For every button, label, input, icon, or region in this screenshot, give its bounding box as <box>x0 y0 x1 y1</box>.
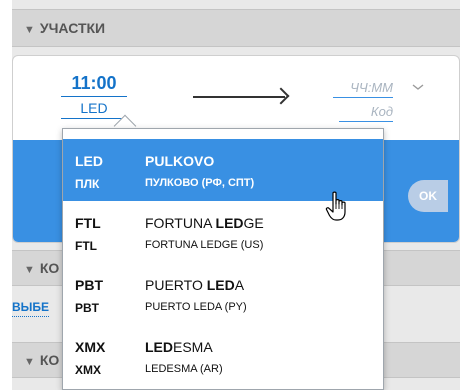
route-arrow-icon <box>193 96 285 98</box>
suggestion-subtitle: LEDESMA (AR) <box>145 363 223 375</box>
chevron-down-icon[interactable] <box>411 76 425 96</box>
departure-time-field[interactable]: 11:00 <box>61 73 127 97</box>
departure-code-field[interactable]: LED <box>61 97 127 119</box>
collapse-triangle-icon: ▼ <box>24 264 35 276</box>
suggestion-item[interactable]: XMX XMX LEDESMA LEDESMA (AR) <box>63 325 383 387</box>
suggestion-local-code: PBT <box>75 301 99 315</box>
suggestion-name: PULKOVO <box>145 153 215 169</box>
arrival-code-input[interactable] <box>339 102 393 122</box>
departure-block: 11:00 LED <box>61 73 127 119</box>
select-link[interactable]: ВЫБЕ <box>12 300 50 317</box>
suggestion-subtitle: FORTUNA LEDGE (US) <box>145 239 264 251</box>
ok-button[interactable]: OK <box>408 180 448 212</box>
section-title: УЧАСТКИ <box>39 20 106 36</box>
airport-suggestions-dropdown: LED ПЛК PULKOVO ПУЛКОВО (РФ, СПТ) FTL FT… <box>62 128 384 390</box>
suggestion-local-code: XMX <box>75 363 102 377</box>
suggestion-code: XMX <box>75 339 106 355</box>
suggestion-code: LED <box>75 153 103 169</box>
segments-section-header[interactable]: ▼ УЧАСТКИ <box>12 9 460 47</box>
suggestion-name: FORTUNA LEDGE <box>145 215 264 231</box>
collapse-triangle-icon: ▼ <box>24 24 35 36</box>
collapse-triangle-icon: ▼ <box>24 356 35 368</box>
suggestion-subtitle: ПУЛКОВО (РФ, СПТ) <box>145 177 255 189</box>
suggestion-local-code: FTL <box>75 239 97 253</box>
suggestion-name: LEDESMA <box>145 339 213 355</box>
suggestion-item[interactable]: FTL FTL FORTUNA LEDGE FORTUNA LEDGE (US) <box>63 201 383 263</box>
section-title: КО <box>39 260 60 276</box>
suggestion-name: PUERTO LEDA <box>145 277 245 293</box>
arrival-time-input[interactable] <box>333 78 393 98</box>
suggestion-subtitle: PUERTO LEDA (PY) <box>145 301 247 313</box>
suggestion-code: FTL <box>75 215 101 231</box>
suggestion-item[interactable]: PBT PBT PUERTO LEDA PUERTO LEDA (PY) <box>63 263 383 325</box>
suggestion-item[interactable]: LED ПЛК PULKOVO ПУЛКОВО (РФ, СПТ) <box>63 139 383 221</box>
suggestion-code: PBT <box>75 277 103 293</box>
suggestion-local-code: ПЛК <box>75 177 100 191</box>
section-title: КО <box>39 352 60 368</box>
